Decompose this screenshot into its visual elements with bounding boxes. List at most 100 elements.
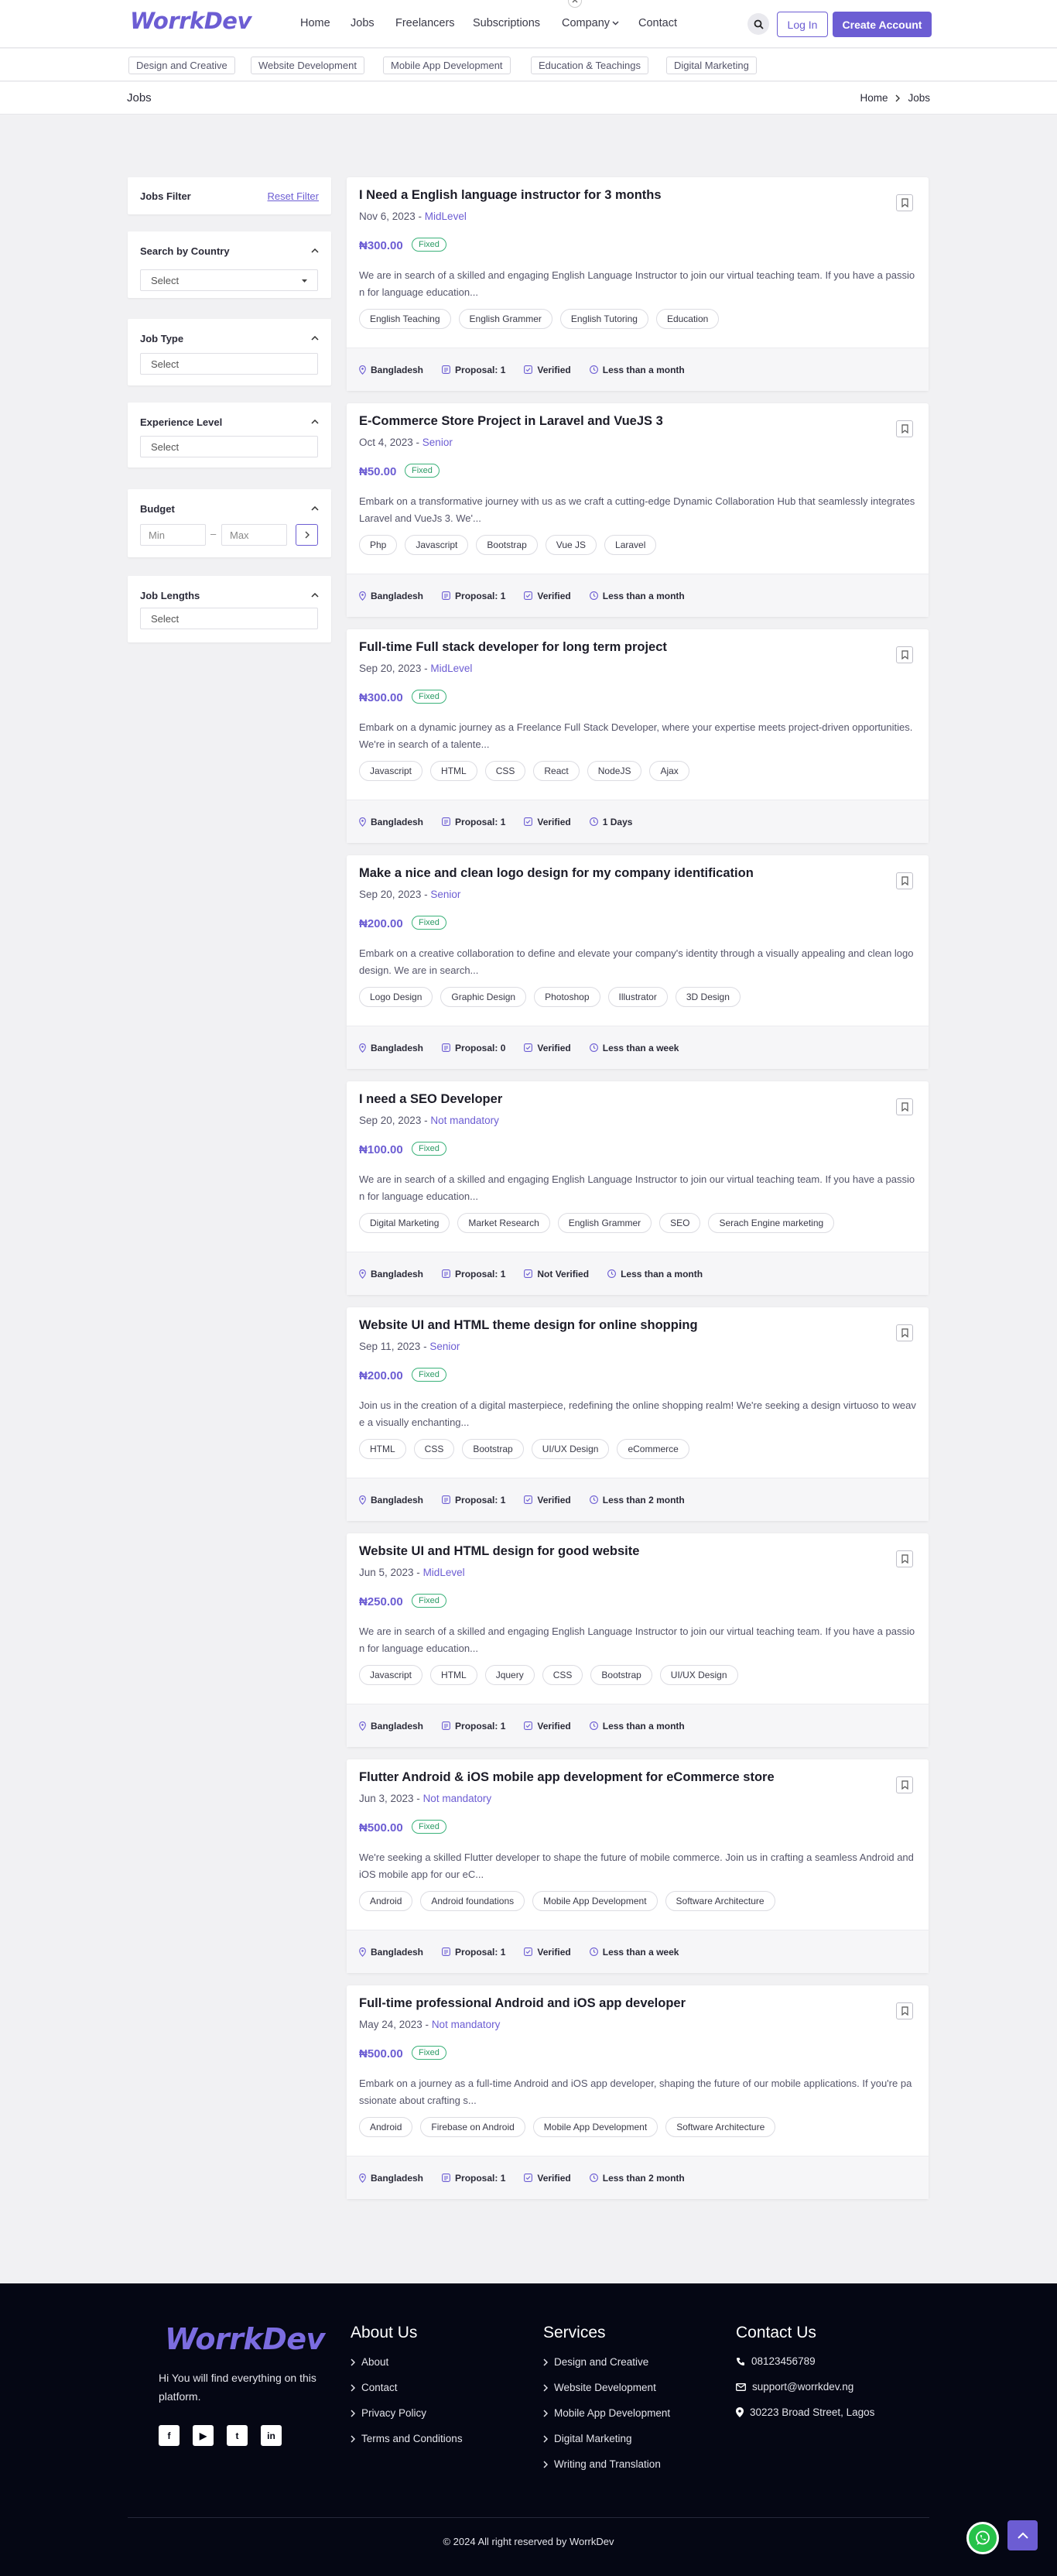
- skill-tag[interactable]: UI/UX Design: [659, 1665, 738, 1685]
- youtube-icon[interactable]: ▶: [193, 2425, 214, 2446]
- bookmark-button[interactable]: [896, 872, 913, 889]
- skill-tag[interactable]: NodeJS: [587, 761, 642, 781]
- skill-tag[interactable]: Illustrator: [607, 987, 668, 1007]
- skill-tag[interactable]: HTML: [430, 761, 477, 781]
- bookmark-button[interactable]: [896, 2002, 913, 2019]
- skill-tag[interactable]: Serach Engine marketing: [708, 1213, 835, 1233]
- job-title[interactable]: Full-time professional Android and iOS a…: [359, 1996, 686, 2011]
- skill-tag[interactable]: English Grammer: [458, 309, 552, 329]
- budget-min-input[interactable]: Min: [140, 524, 206, 546]
- category-design-creative[interactable]: Design and Creative: [128, 57, 235, 74]
- twitter-icon[interactable]: t: [227, 2425, 248, 2446]
- nav-home[interactable]: Home: [300, 17, 330, 29]
- whatsapp-button[interactable]: [966, 2522, 999, 2554]
- nav-subscriptions[interactable]: Subscriptions: [473, 17, 540, 29]
- skill-tag[interactable]: Digital Marketing: [359, 1213, 450, 1233]
- chevron-up-icon[interactable]: [311, 506, 319, 511]
- skill-tag[interactable]: Bootstrap: [590, 1665, 652, 1685]
- skill-tag[interactable]: English Teaching: [359, 309, 451, 329]
- chevron-up-icon[interactable]: [311, 336, 319, 341]
- login-button[interactable]: Log In: [777, 12, 828, 37]
- skill-tag[interactable]: Vue JS: [545, 535, 597, 555]
- skill-tag[interactable]: CSS: [413, 1439, 455, 1459]
- skill-tag[interactable]: Mobile App Development: [532, 1891, 658, 1911]
- bookmark-button[interactable]: [896, 646, 913, 663]
- nav-freelancers[interactable]: Freelancers: [395, 17, 455, 29]
- footer-service-link[interactable]: Writing and Translation: [543, 2458, 661, 2470]
- bookmark-button[interactable]: [896, 1324, 913, 1341]
- job-title[interactable]: Website UI and HTML theme design for onl…: [359, 1318, 698, 1333]
- nav-company[interactable]: Company: [562, 17, 619, 29]
- facebook-icon[interactable]: f: [159, 2425, 180, 2446]
- category-mobile-app-development[interactable]: Mobile App Development: [383, 57, 511, 74]
- bookmark-button[interactable]: [896, 1776, 913, 1793]
- skill-tag[interactable]: English Tutoring: [559, 309, 648, 329]
- category-education-teachings[interactable]: Education & Teachings: [531, 57, 649, 74]
- skill-tag[interactable]: Laravel: [604, 535, 657, 555]
- linkedin-icon[interactable]: in: [261, 2425, 282, 2446]
- skill-tag[interactable]: CSS: [542, 1665, 583, 1685]
- skill-tag[interactable]: Firebase on Android: [420, 2117, 525, 2137]
- contact-email[interactable]: support@worrkdev.ng: [736, 2381, 853, 2393]
- skill-tag[interactable]: HTML: [430, 1665, 477, 1685]
- skill-tag[interactable]: Javascript: [405, 535, 469, 555]
- skill-tag[interactable]: HTML: [359, 1439, 406, 1459]
- chevron-up-icon[interactable]: [311, 593, 319, 598]
- skill-tag[interactable]: React: [533, 761, 580, 781]
- skill-tag[interactable]: SEO: [659, 1213, 701, 1233]
- skill-tag[interactable]: UI/UX Design: [531, 1439, 610, 1459]
- chevron-up-icon[interactable]: [311, 420, 319, 424]
- job-title[interactable]: I need a SEO Developer: [359, 1092, 502, 1107]
- footer-service-link[interactable]: Website Development: [543, 2382, 656, 2393]
- skill-tag[interactable]: Market Research: [457, 1213, 550, 1233]
- search-button[interactable]: [747, 13, 769, 35]
- skill-tag[interactable]: Software Architecture: [665, 2117, 776, 2137]
- skill-tag[interactable]: Education: [655, 309, 720, 329]
- footer-service-link[interactable]: Digital Marketing: [543, 2433, 632, 2444]
- experience-select[interactable]: Select: [140, 436, 318, 457]
- footer-about-link[interactable]: Contact: [351, 2382, 398, 2393]
- skill-tag[interactable]: Javascript: [359, 1665, 423, 1685]
- skill-tag[interactable]: Android foundations: [420, 1891, 525, 1911]
- footer-logo[interactable]: WorrkDev: [165, 2322, 325, 2356]
- skill-tag[interactable]: Photoshop: [534, 987, 600, 1007]
- bookmark-button[interactable]: [896, 194, 913, 211]
- job-title[interactable]: Flutter Android & iOS mobile app develop…: [359, 1770, 775, 1785]
- reset-filter-link[interactable]: Reset Filter: [268, 190, 319, 202]
- footer-about-link[interactable]: Terms and Conditions: [351, 2433, 463, 2444]
- footer-about-link[interactable]: About: [351, 2356, 388, 2368]
- nav-contact[interactable]: Contact: [638, 17, 677, 29]
- skill-tag[interactable]: Php: [359, 535, 398, 555]
- budget-apply-button[interactable]: [296, 524, 318, 546]
- skill-tag[interactable]: Android: [359, 2117, 413, 2137]
- country-select[interactable]: Select: [140, 269, 318, 291]
- footer-about-link[interactable]: Privacy Policy: [351, 2407, 426, 2419]
- skill-tag[interactable]: 3D Design: [675, 987, 741, 1007]
- job-title[interactable]: Full-time Full stack developer for long …: [359, 640, 667, 655]
- bookmark-button[interactable]: [896, 1550, 913, 1567]
- job-type-select[interactable]: Select: [140, 353, 318, 375]
- footer-service-link[interactable]: Mobile App Development: [543, 2407, 670, 2419]
- create-account-button[interactable]: Create Account: [833, 12, 932, 37]
- skill-tag[interactable]: Graphic Design: [440, 987, 527, 1007]
- skill-tag[interactable]: Ajax: [649, 761, 689, 781]
- skill-tag[interactable]: Bootstrap: [476, 535, 538, 555]
- budget-max-input[interactable]: Max: [221, 524, 287, 546]
- job-title[interactable]: Make a nice and clean logo design for my…: [359, 866, 754, 881]
- skill-tag[interactable]: English Grammer: [557, 1213, 652, 1233]
- job-lengths-select[interactable]: Select: [140, 608, 318, 629]
- chevron-up-icon[interactable]: [311, 248, 319, 253]
- skill-tag[interactable]: Software Architecture: [665, 1891, 775, 1911]
- skill-tag[interactable]: Android: [359, 1891, 413, 1911]
- footer-service-link[interactable]: Design and Creative: [543, 2356, 648, 2368]
- job-title[interactable]: E-Commerce Store Project in Laravel and …: [359, 414, 663, 429]
- skill-tag[interactable]: eCommerce: [617, 1439, 689, 1459]
- bookmark-button[interactable]: [896, 1098, 913, 1115]
- bookmark-button[interactable]: [896, 420, 913, 437]
- job-title[interactable]: Website UI and HTML design for good webs…: [359, 1544, 639, 1559]
- category-digital-marketing[interactable]: Digital Marketing: [666, 57, 757, 74]
- job-title[interactable]: I Need a English language instructor for…: [359, 188, 662, 203]
- breadcrumb-home[interactable]: Home: [860, 92, 888, 104]
- skill-tag[interactable]: Logo Design: [359, 987, 433, 1007]
- skill-tag[interactable]: CSS: [484, 761, 526, 781]
